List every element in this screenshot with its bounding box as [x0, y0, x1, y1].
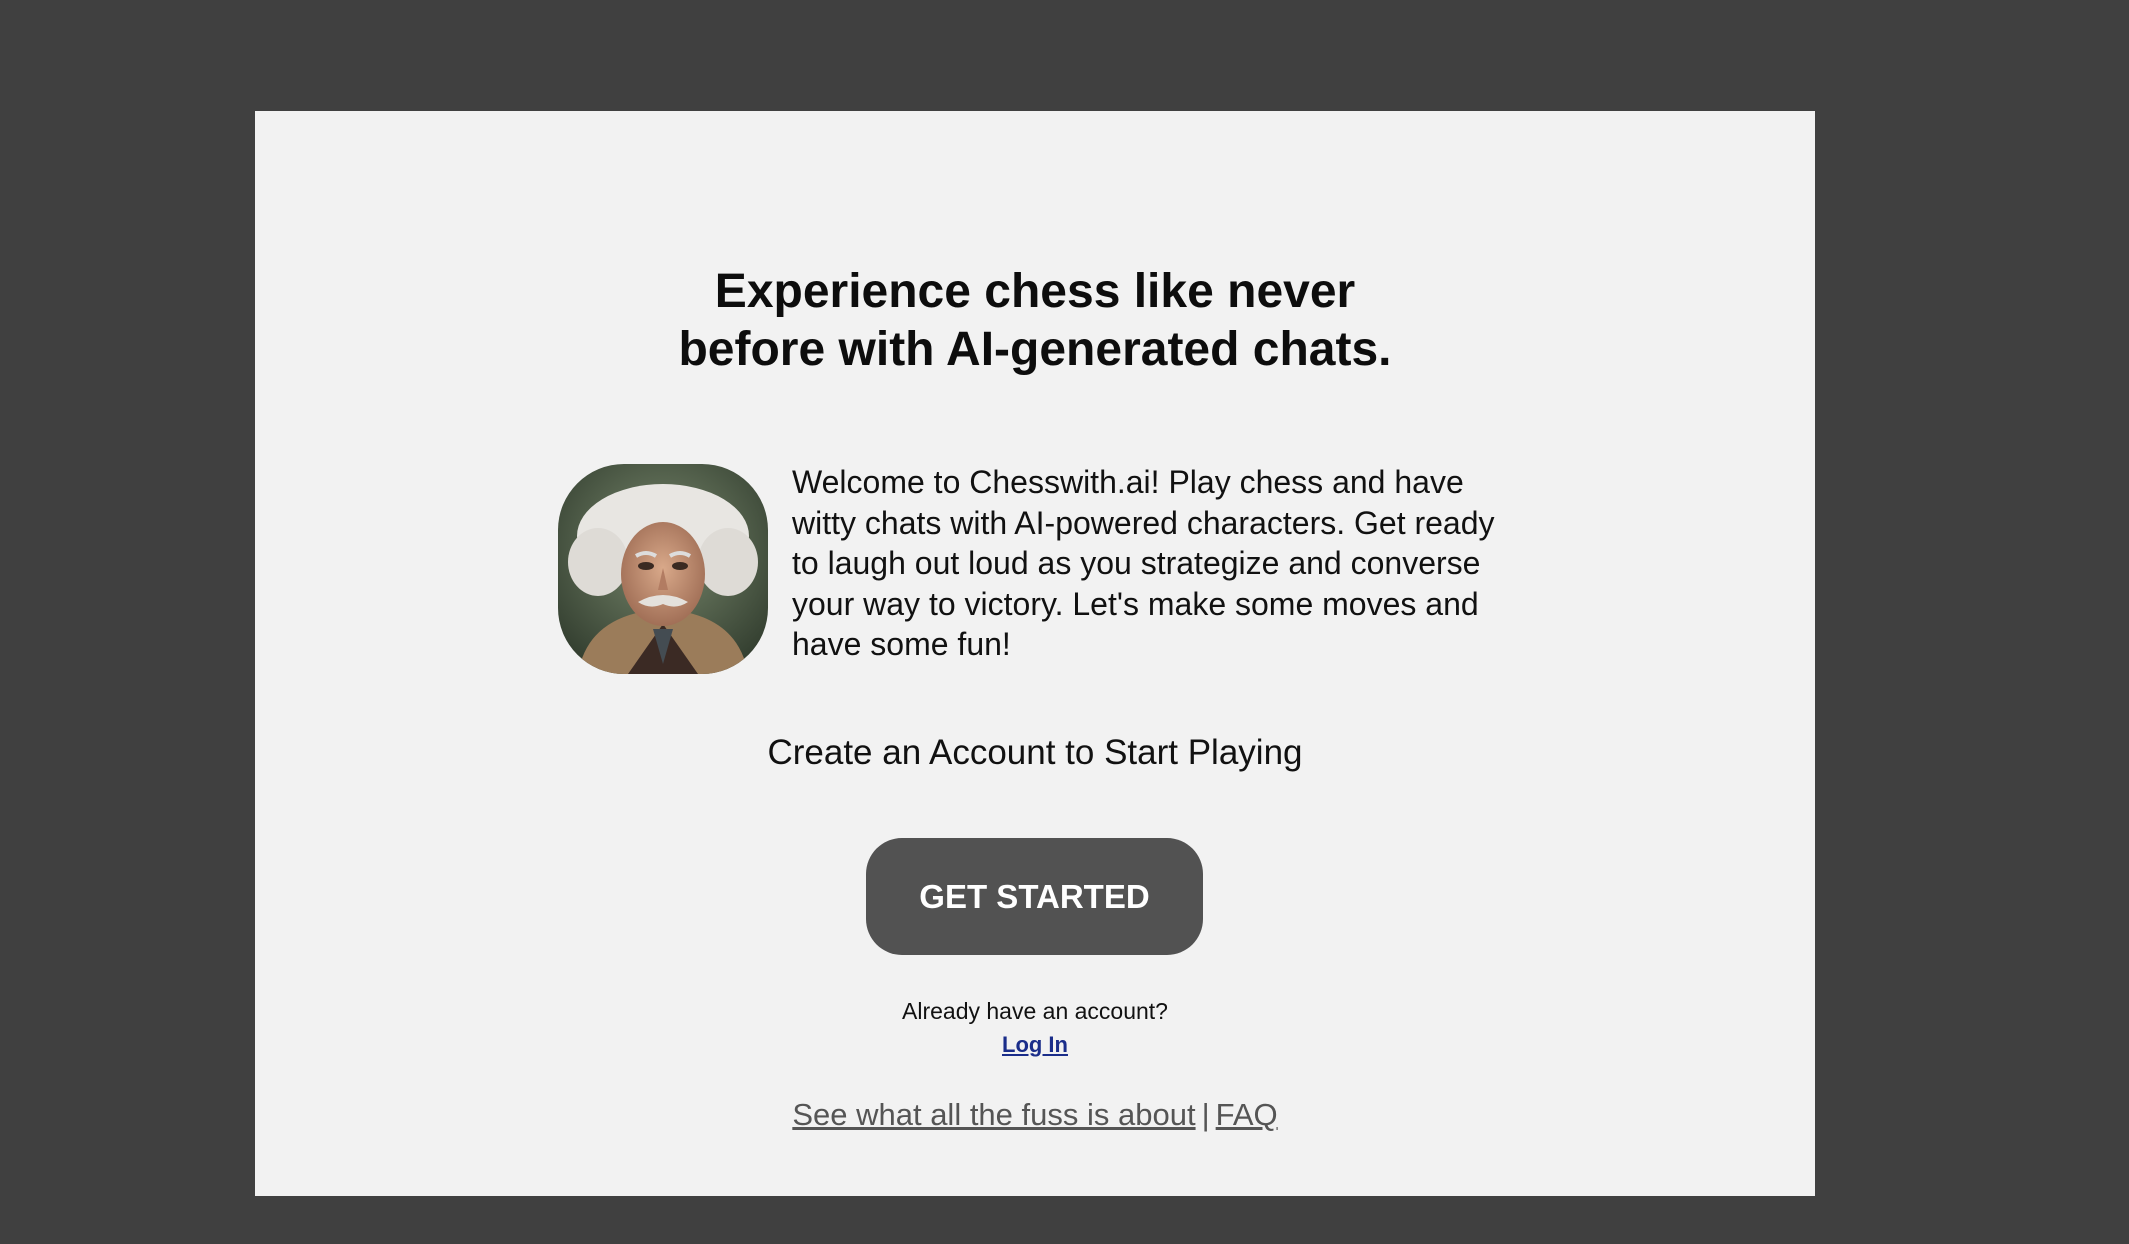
create-account-prompt: Create an Account to Start Playing: [767, 733, 1303, 772]
headline-line-1: Experience chess like never: [714, 265, 1356, 318]
footer-separator: |: [1201, 1097, 1210, 1132]
landing-panel: Experience chess like never before with …: [255, 111, 1815, 1196]
get-started-button[interactable]: GET STARTED: [866, 838, 1203, 955]
footer-links: See what all the fuss is about | FAQ: [255, 1096, 1815, 1134]
about-link[interactable]: See what all the fuss is about: [792, 1097, 1195, 1132]
intro-text: Welcome to Chesswith.ai! Play chess and …: [792, 464, 1495, 662]
login-link-container: Log In: [255, 1031, 1815, 1059]
faq-link[interactable]: FAQ: [1216, 1097, 1278, 1132]
login-link[interactable]: Log In: [1002, 1032, 1068, 1057]
already-have-account-text: Already have an account?: [902, 998, 1168, 1024]
headline-line-2: before with AI-generated chats.: [678, 323, 1392, 376]
character-avatar-icon: [558, 464, 768, 674]
page-headline: Experience chess like never before with …: [255, 263, 1815, 379]
